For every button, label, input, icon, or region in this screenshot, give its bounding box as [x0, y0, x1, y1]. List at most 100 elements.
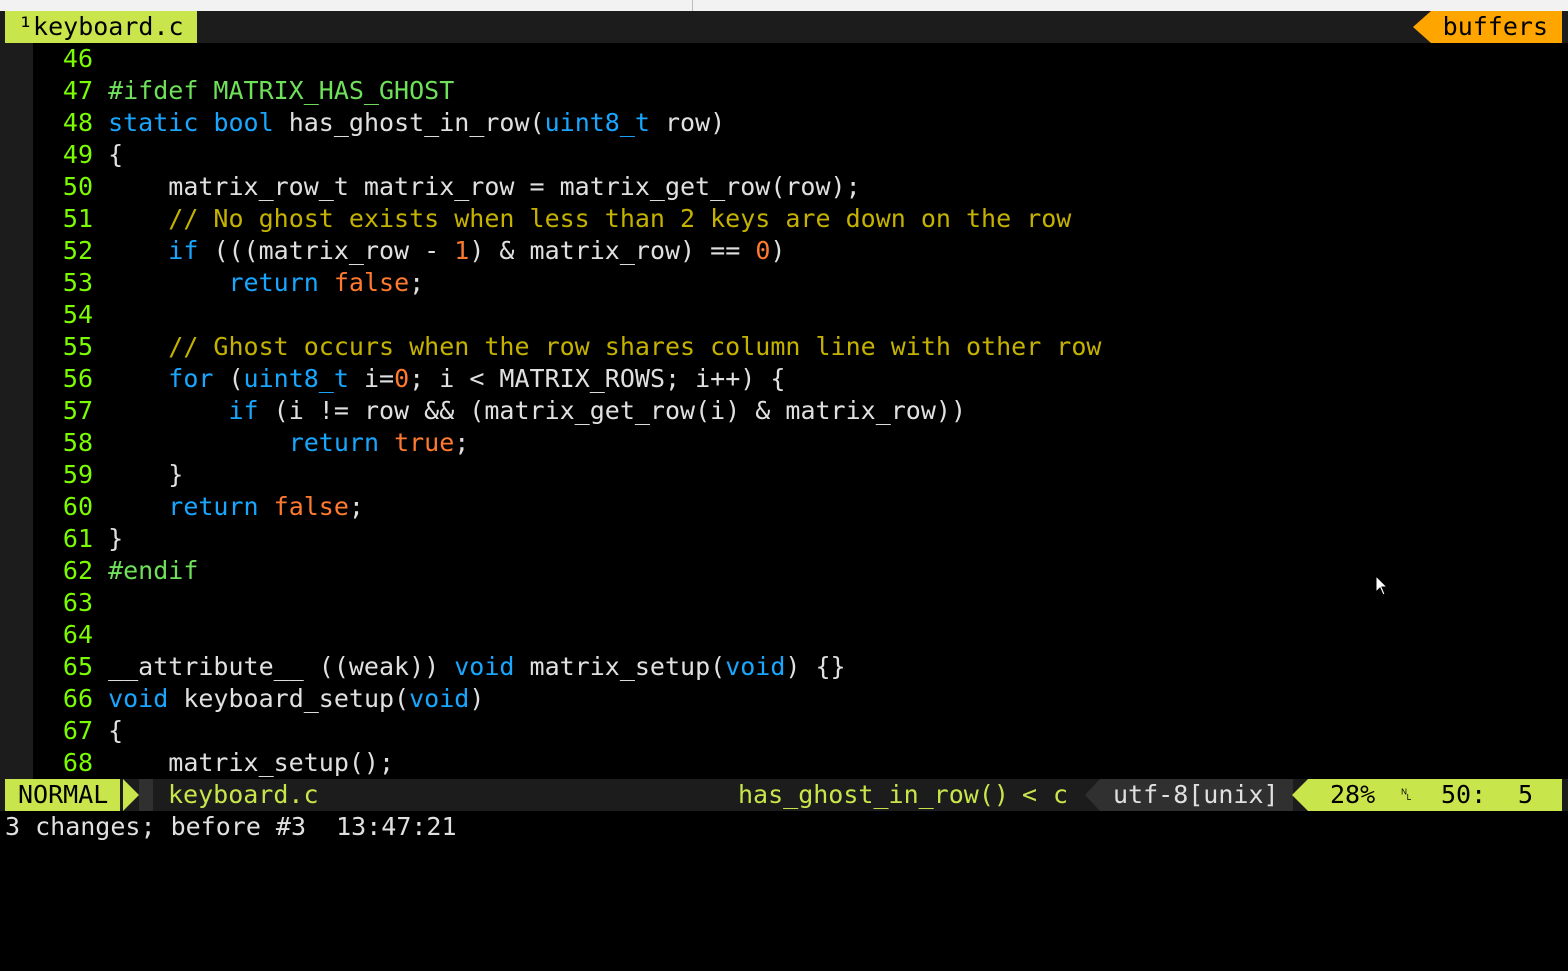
status-function: has_ghost_in_row() [738, 780, 1009, 809]
code-line: 51 // No ghost exists when less than 2 k… [33, 203, 1071, 235]
code-text: { [93, 140, 123, 169]
code-token: for [168, 364, 214, 393]
code-line: 57 if (i != row && (matrix_get_row(i) & … [33, 395, 966, 427]
line-number: 67 [62, 716, 93, 745]
line-number: 52 [62, 236, 93, 265]
line-number: 68 [62, 748, 93, 777]
status-filetype: c [1053, 780, 1069, 809]
code-token: ; [348, 492, 364, 521]
status-column: 5 [1518, 780, 1534, 809]
buffers-label: buffers [1430, 11, 1562, 43]
strip-divider [692, 0, 693, 11]
line-number: 54 [62, 300, 93, 329]
code-token: ; i < MATRIX_ROWS; i++) { [409, 364, 786, 393]
line-number: 58 [62, 428, 93, 457]
code-line: 55 // Ghost occurs when the row shares c… [33, 331, 1102, 363]
line-number: 57 [62, 396, 93, 425]
code-token: void [454, 652, 515, 681]
line-number: 61 [62, 524, 93, 553]
code-text: __attribute__ ((weak)) void matrix_setup… [93, 652, 846, 681]
code-line: 53 return false; [33, 267, 424, 299]
line-number-icon: ␤ [1400, 785, 1413, 804]
code-token: row) [649, 108, 726, 137]
code-token: return [228, 268, 319, 297]
editor-pane[interactable]: 46 47 #ifdef MATRIX_HAS_GHOST 48 static b… [0, 43, 1568, 779]
code-token: uint8_t [544, 108, 650, 137]
code-text: } [93, 460, 183, 489]
code-token: #ifdef MATRIX_HAS_GHOST [108, 76, 455, 105]
code-line: 48 static bool has_ghost_in_row(uint8_t … [33, 107, 725, 139]
code-line: 68 matrix_setup(); [33, 747, 394, 779]
code-token: keyboard_setup( [168, 684, 410, 713]
code-token: 0 [394, 364, 410, 393]
line-number: 56 [62, 364, 93, 393]
code-line: 61 } [33, 523, 123, 555]
code-token: __attribute__ ((weak)) [108, 652, 455, 681]
code-line: 65 __attribute__ ((weak)) void matrix_se… [33, 651, 846, 683]
code-text: matrix_setup(); [93, 748, 394, 777]
code-token: ) [469, 684, 485, 713]
line-number: 49 [62, 140, 93, 169]
line-number: 55 [62, 332, 93, 361]
code-token: i= [348, 364, 395, 393]
code-token: uint8_t [243, 364, 349, 393]
code-text: for (uint8_t i=0; i < MATRIX_ROWS; i++) … [93, 364, 785, 393]
code-text: if (((matrix_row - 1) & matrix_row) == 0… [93, 236, 785, 265]
code-line: 58 return true; [33, 427, 469, 459]
code-token: } [108, 460, 184, 489]
line-number: 48 [62, 108, 93, 137]
buffers-indicator[interactable]: buffers [1412, 11, 1562, 43]
chevron-left-icon: < [1022, 780, 1038, 809]
code-text: if (i != row && (matrix_get_row(i) & mat… [93, 396, 966, 425]
code-token: ) {} [785, 652, 846, 681]
mode-separator-icon [123, 779, 139, 811]
code-line: 49 { [33, 139, 123, 171]
code-token: matrix_setup( [514, 652, 726, 681]
code-token: 1 [454, 236, 470, 265]
window-top-strip [0, 0, 1568, 11]
line-number: 65 [62, 652, 93, 681]
code-line: 50 matrix_row_t matrix_row = matrix_get_… [33, 171, 861, 203]
code-token: void [108, 684, 169, 713]
code-line: 56 for (uint8_t i=0; i < MATRIX_ROWS; i+… [33, 363, 786, 395]
code-token: { [108, 140, 124, 169]
statusline: NORMAL keyboard.c has_ghost_in_row() < c… [0, 779, 1568, 811]
code-token: void [409, 684, 470, 713]
code-token: if [228, 396, 259, 425]
line-number: 46 [62, 44, 93, 73]
line-number: 62 [62, 556, 93, 585]
status-percent: 28% [1330, 780, 1376, 809]
code-token: (i != row && (matrix_get_row(i) & matrix… [258, 396, 967, 425]
code-line: 47 #ifdef MATRIX_HAS_GHOST [33, 75, 454, 107]
code-text: #endif [93, 556, 198, 585]
line-number: 50 [62, 172, 93, 201]
code-token: false [273, 492, 349, 521]
code-token: { [108, 716, 124, 745]
code-token: #endif [108, 556, 199, 585]
code-token: 0 [755, 236, 771, 265]
sign-column [0, 43, 33, 779]
code-text: void keyboard_setup(void) [93, 684, 484, 713]
code-token: // Ghost occurs when the row shares colu… [168, 332, 1102, 361]
code-text: matrix_row_t matrix_row = matrix_get_row… [93, 172, 860, 201]
encoding-separator-icon [1085, 779, 1100, 811]
code-line: 62 #endif [33, 555, 198, 587]
code-text: return true; [93, 428, 470, 457]
code-token: ) & matrix_row) == [469, 236, 756, 265]
code-line: 59 } [33, 459, 183, 491]
buffers-arrow-icon [1412, 11, 1431, 43]
command-line[interactable]: 3 changes; before #3 13:47:21 [5, 811, 457, 843]
tab-keyboard-c[interactable]: ¹keyboard.c [5, 11, 197, 43]
status-encoding: utf-8[unix] [1100, 779, 1293, 811]
code-line: 64 [33, 619, 108, 651]
code-token: return [288, 428, 379, 457]
code-token: false [333, 268, 410, 297]
